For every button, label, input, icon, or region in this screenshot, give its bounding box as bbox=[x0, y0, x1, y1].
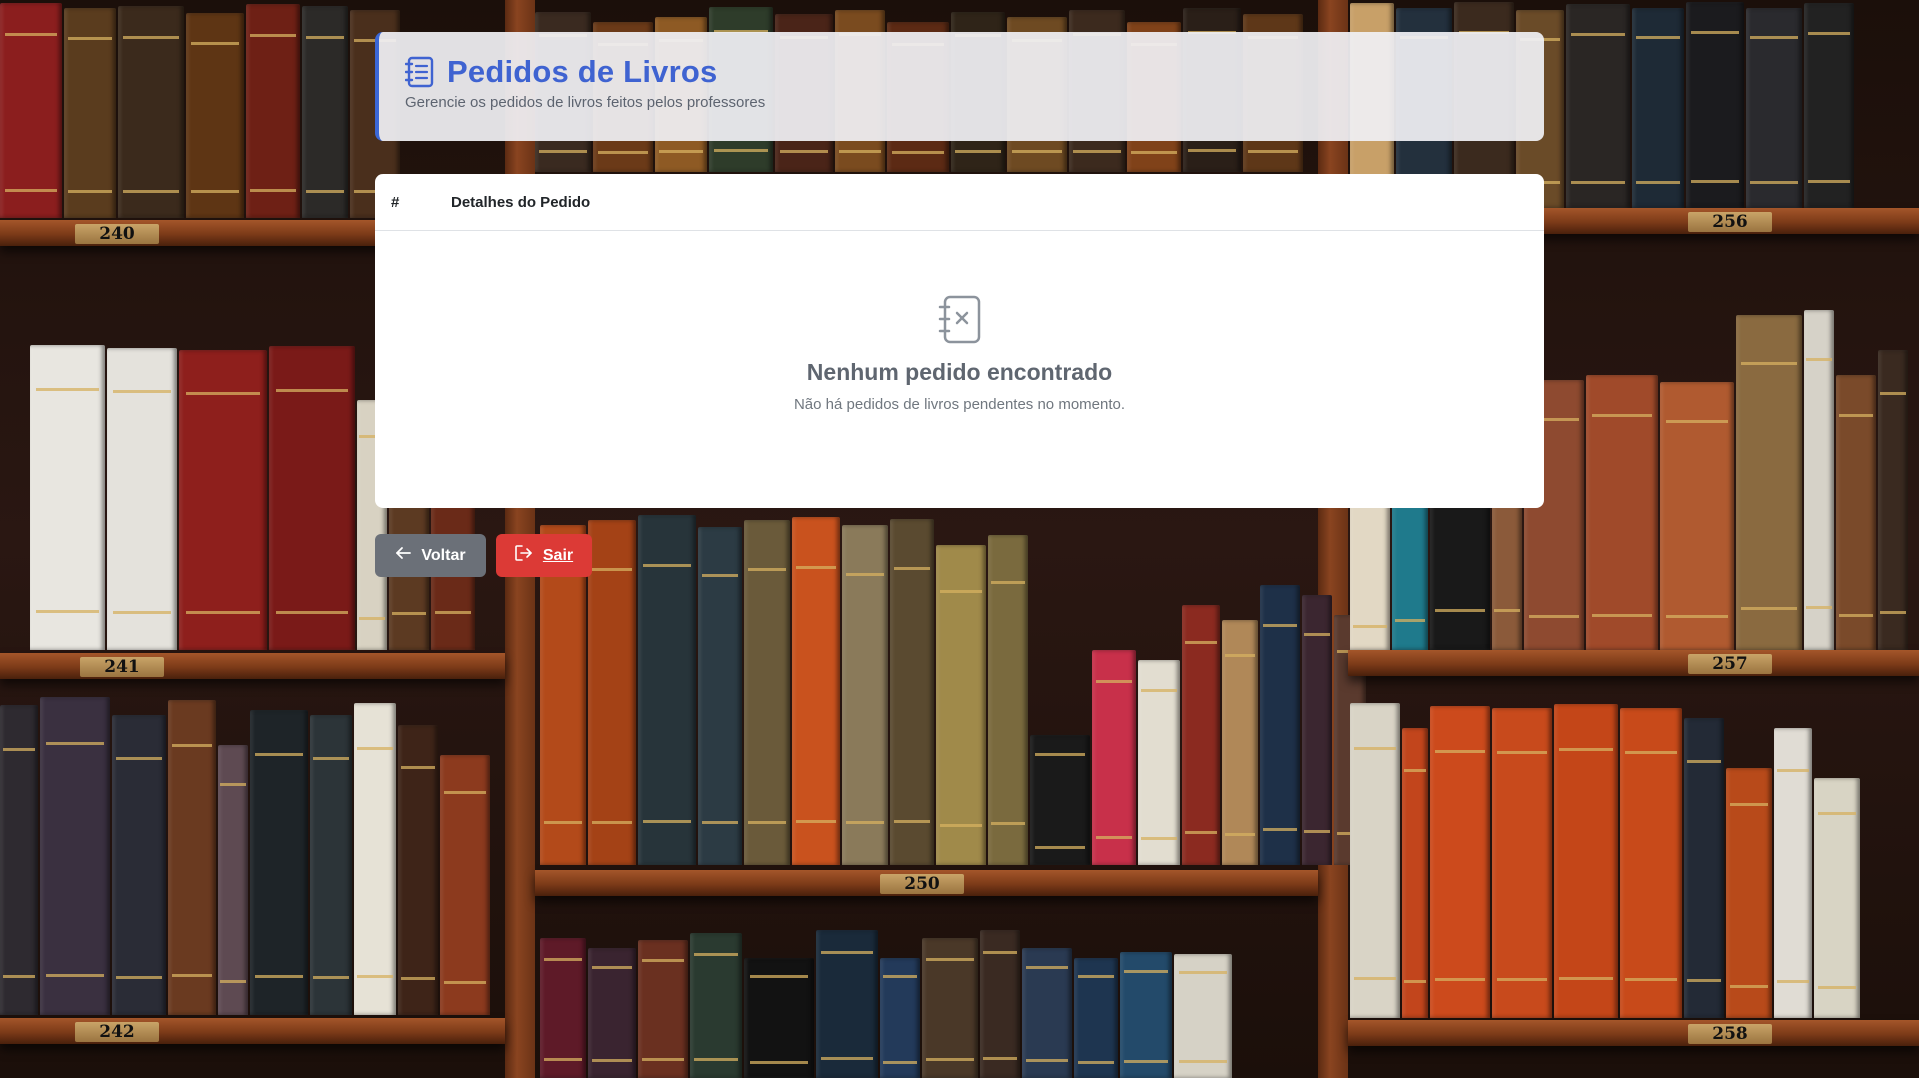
exit-button[interactable]: Sair bbox=[496, 534, 592, 577]
shelf-number: 257 bbox=[1688, 654, 1772, 674]
shelf: 241 bbox=[0, 653, 505, 679]
table-header: # Detalhes do Pedido bbox=[375, 174, 1544, 231]
back-button-label: Voltar bbox=[421, 546, 466, 564]
empty-state-title: Nenhum pedido encontrado bbox=[806, 359, 1113, 385]
orders-table: # Detalhes do Pedido Nenhum pedido encon… bbox=[375, 174, 1544, 508]
column-header-number: # bbox=[391, 193, 400, 211]
arrow-left-icon bbox=[395, 546, 412, 565]
book-row bbox=[0, 695, 490, 1015]
shelf-number: 256 bbox=[1688, 212, 1772, 232]
shelf: 250 bbox=[535, 870, 1318, 896]
book-row bbox=[540, 510, 1366, 865]
back-button[interactable]: Voltar bbox=[375, 534, 486, 577]
shelf: 257 bbox=[1348, 650, 1919, 676]
shelf-number: 241 bbox=[80, 657, 164, 677]
logout-icon bbox=[515, 545, 533, 566]
book-row bbox=[1350, 700, 1860, 1018]
shelf-number: 242 bbox=[75, 1022, 159, 1042]
list-document-icon bbox=[405, 56, 435, 88]
column-header-details: Detalhes do Pedido bbox=[451, 193, 591, 211]
shelf-number: 240 bbox=[75, 224, 159, 244]
shelf-number: 258 bbox=[1688, 1024, 1772, 1044]
shelf: 242 bbox=[0, 1018, 505, 1044]
page-subtitle: Gerencie os pedidos de livros feitos pel… bbox=[405, 94, 766, 111]
bookshelf-background: 240 256 241 250 257 242 258 bbox=[0, 0, 1919, 1078]
page-header: Pedidos de Livros Gerencie os pedidos de… bbox=[375, 32, 1544, 141]
empty-state: Nenhum pedido encontrado Não há pedidos … bbox=[375, 294, 1544, 413]
book-row bbox=[0, 0, 400, 218]
empty-notebook-icon bbox=[936, 294, 984, 351]
shelf: 258 bbox=[1348, 1020, 1919, 1046]
shelf-number: 250 bbox=[880, 874, 964, 894]
book-row bbox=[540, 930, 1232, 1078]
page-title: Pedidos de Livros bbox=[447, 54, 718, 89]
title-row: Pedidos de Livros bbox=[405, 54, 1520, 90]
exit-button-label: Sair bbox=[542, 546, 574, 564]
empty-state-message: Não há pedidos de livros pendentes no mo… bbox=[793, 396, 1126, 413]
